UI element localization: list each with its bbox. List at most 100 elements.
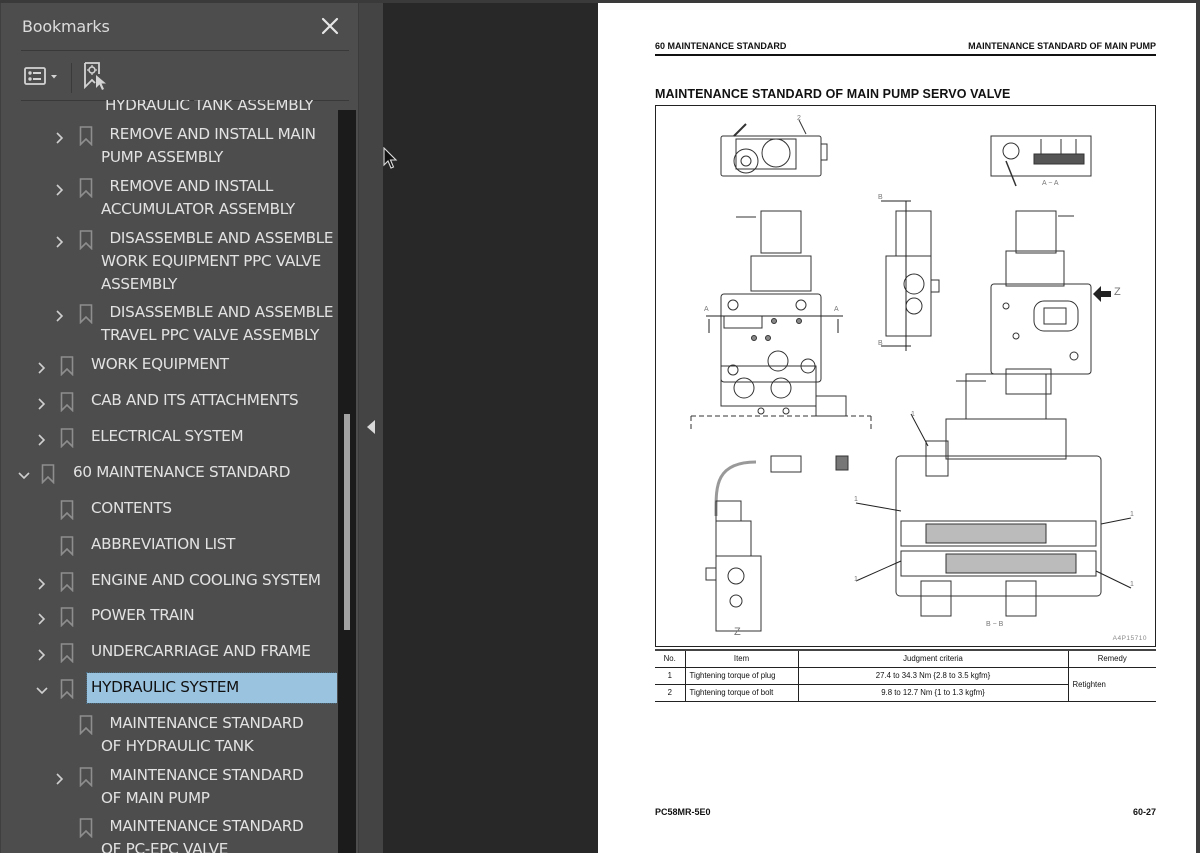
- panel-splitter[interactable]: [358, 3, 383, 853]
- row-no: 2: [655, 683, 686, 702]
- chevron-right-icon[interactable]: [53, 181, 67, 196]
- rear-view-drawing: [990, 210, 1111, 375]
- bookmark-label: ELECTRICAL SYSTEM: [91, 427, 244, 445]
- section-title: MAINTENANCE STANDARD OF MAIN PUMP SERVO …: [655, 87, 1011, 101]
- bookmark-icon: [79, 230, 93, 251]
- bookmark-label: UNDERCARRIAGE AND FRAME: [91, 642, 311, 660]
- chevron-down-icon[interactable]: [35, 682, 49, 696]
- top-view-drawing: [720, 119, 828, 177]
- header-rule: [655, 54, 1156, 56]
- bookmark-label: MAINTENANCE STANDARD OF MAIN PUMP: [101, 766, 304, 807]
- chevron-right-icon[interactable]: [35, 431, 49, 446]
- bookmarks-tree: HYDRAULIC TANK ASSEMBLY REMOVE AND INSTA…: [1, 100, 337, 853]
- figure-code: A4P15710: [1112, 635, 1147, 642]
- technical-drawing: [690, 119, 1132, 632]
- view-z-label: Z: [734, 626, 741, 638]
- page-header-left: 60 MAINTENANCE STANDARD: [655, 41, 787, 51]
- section-aa-label: A − A: [1042, 180, 1059, 187]
- bookmark-label: ABBREVIATION LIST: [91, 535, 236, 553]
- pdf-page: 60 MAINTENANCE STANDARD MAINTENANCE STAN…: [598, 3, 1196, 853]
- bookmarks-header: Bookmarks: [21, 15, 349, 51]
- servo-valve-drawing: 2 A − A A A B B Z Z B − B 1 1 1 1 1 A4P1…: [655, 105, 1156, 647]
- page-header-right: MAINTENANCE STANDARD OF MAIN PUMP: [968, 41, 1156, 51]
- row-criteria: 27.4 to 34.3 Nm {2.8 to 3.5 kgfm}: [797, 666, 1069, 685]
- section-bb-label: B − B: [986, 621, 1004, 628]
- col-header-item: Item: [684, 649, 799, 668]
- bookmark-icon: [60, 643, 74, 664]
- bookmark-icon: [79, 767, 93, 788]
- bookmark-icon: [60, 500, 74, 521]
- bookmark-icon: [79, 715, 93, 736]
- section-mark-a-right: A: [834, 306, 839, 313]
- bookmark-icon: [79, 126, 93, 147]
- mid-section-drawing: [690, 365, 872, 431]
- chevron-down-icon[interactable]: [17, 467, 31, 481]
- collapse-panel-left-icon[interactable]: [366, 419, 376, 435]
- row-no: 1: [655, 666, 686, 685]
- chevron-right-icon[interactable]: [53, 770, 67, 785]
- header-divider: [21, 50, 349, 51]
- callout-1-a: 1: [911, 411, 915, 418]
- section-bb-drawing: [855, 368, 1132, 617]
- col-header-no: No.: [655, 649, 686, 668]
- page-footer-model: PC58MR-5E0: [655, 807, 711, 817]
- callout-1-e: 1: [1130, 581, 1134, 588]
- chevron-right-icon[interactable]: [53, 129, 67, 144]
- section-mark-b-bottom: B: [878, 340, 883, 347]
- bookmark-label: MAINTENANCE STANDARD OF HYDRAULIC TANK: [101, 714, 304, 755]
- callout-1-c: 1: [854, 576, 858, 583]
- find-current-bookmark-icon: [81, 62, 109, 96]
- bookmark-icon: [79, 818, 93, 839]
- bookmarks-toolbar: [21, 57, 349, 97]
- chevron-right-icon[interactable]: [53, 307, 67, 322]
- bookmark-label: REMOVE AND INSTALL ACCUMULATOR ASSEMBLY: [101, 177, 295, 218]
- view-z-drawing: [705, 455, 849, 632]
- bookmark-label: REMOVE AND INSTALL MAIN PUMP ASSEMBLY: [101, 125, 316, 166]
- bookmarks-scrollbar-thumb[interactable]: [344, 414, 350, 630]
- bookmark-label: MAINTENANCE STANDARD OF PC-EPC VALVE: [101, 817, 304, 853]
- bookmark-icon: [60, 428, 74, 449]
- bookmark-label: 60 MAINTENANCE STANDARD: [73, 463, 291, 481]
- section-mark-b-top: B: [878, 194, 883, 201]
- mouse-cursor-icon: [383, 146, 399, 171]
- bookmark-label: CONTENTS: [91, 499, 172, 517]
- side-view-drawing: [881, 200, 940, 351]
- col-header-remedy: Remedy: [1067, 649, 1156, 668]
- find-current-bookmark-button[interactable]: [81, 60, 109, 92]
- section-aa-drawing: [990, 135, 1092, 187]
- chevron-right-icon[interactable]: [35, 610, 49, 625]
- bookmark-icon: [60, 392, 74, 413]
- bookmark-label: DISASSEMBLE AND ASSEMBLE WORK EQUIPMENT …: [101, 229, 334, 293]
- table-row: 1 Tightening torque of plug 27.4 to 34.3…: [655, 666, 1156, 702]
- bookmark-label: HYDRAULIC TANK ASSEMBLY: [105, 100, 314, 114]
- chevron-right-icon[interactable]: [53, 233, 67, 248]
- bookmark-icon: [60, 607, 74, 628]
- callout-2: 2: [797, 115, 801, 122]
- callout-1-b: 1: [854, 496, 858, 503]
- panel-title: Bookmarks: [22, 17, 110, 36]
- chevron-right-icon[interactable]: [35, 646, 49, 661]
- bookmarks-panel: Bookmarks HYDRAULIC TANK ASSEMBLY REMOVE…: [0, 3, 358, 853]
- bookmark-icon: [60, 356, 74, 377]
- bookmark-icon: [79, 304, 93, 325]
- bookmark-icon: [60, 572, 74, 593]
- options-menu-button[interactable]: [23, 65, 63, 89]
- chevron-right-icon[interactable]: [35, 575, 49, 590]
- bookmark-label: CAB AND ITS ATTACHMENTS: [91, 391, 299, 409]
- close-icon[interactable]: [319, 15, 341, 37]
- table-header-row: No. Item Judgment criteria Remedy: [655, 649, 1156, 668]
- viewer-right-edge: [1196, 0, 1200, 853]
- bookmark-label: DISASSEMBLE AND ASSEMBLE TRAVEL PPC VALV…: [101, 303, 334, 344]
- row-item: Tightening torque of plug: [684, 666, 799, 685]
- bookmark-icon: [41, 464, 55, 485]
- bookmark-icon: [60, 536, 74, 557]
- chevron-right-icon[interactable]: [35, 395, 49, 410]
- bookmark-icon: [79, 178, 93, 199]
- bookmark-label: HYDRAULIC SYSTEM: [86, 672, 337, 704]
- bookmark-label: POWER TRAIN: [91, 606, 195, 624]
- bookmark-label: WORK EQUIPMENT: [91, 355, 229, 373]
- row-item: Tightening torque of bolt: [684, 683, 799, 702]
- front-view-drawing: [706, 210, 843, 383]
- page-number: 60-27: [1132, 807, 1156, 817]
- chevron-right-icon[interactable]: [35, 359, 49, 374]
